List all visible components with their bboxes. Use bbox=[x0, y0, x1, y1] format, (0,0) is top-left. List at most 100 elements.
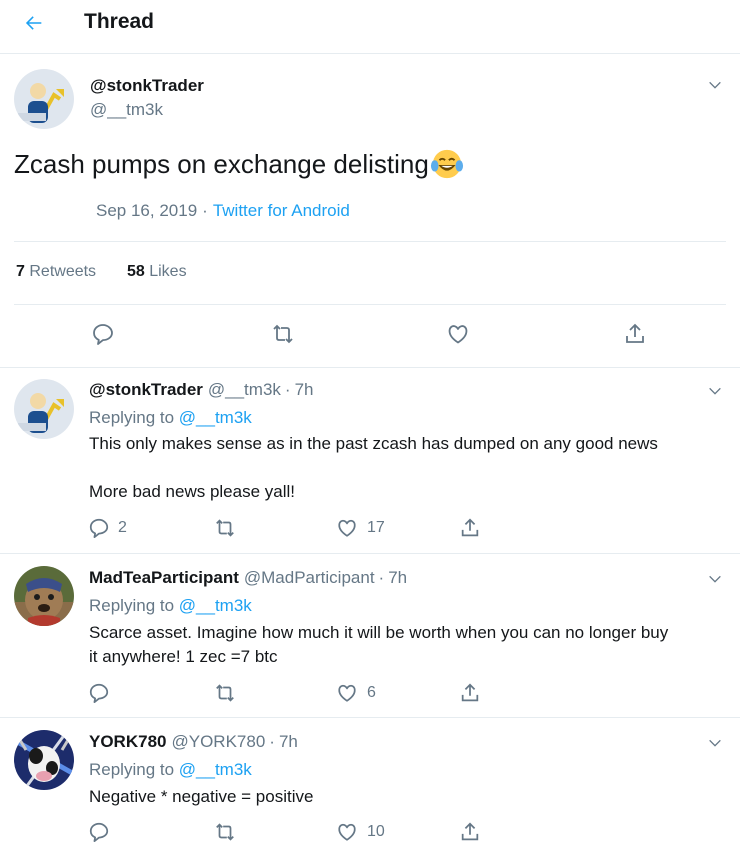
chevron-down-icon bbox=[709, 81, 721, 89]
back-button[interactable] bbox=[14, 8, 54, 38]
chevron-down-icon bbox=[709, 739, 721, 747]
reply-button[interactable]: 2 bbox=[88, 514, 127, 542]
mention-link[interactable]: @__tm3k bbox=[179, 408, 252, 427]
reply-text-line: it anywhere! 1 zec =7 btc bbox=[89, 647, 278, 666]
tweet-meta: Sep 16, 2019 · Twitter for Android bbox=[96, 201, 350, 221]
replying-to: Replying to @__tm3k bbox=[89, 760, 252, 780]
divider bbox=[14, 304, 726, 305]
replying-to: Replying to @__tm3k bbox=[89, 596, 252, 616]
likes-stat[interactable]: 58 Likes bbox=[127, 263, 187, 280]
avatar[interactable] bbox=[14, 69, 74, 129]
like-count: 17 bbox=[367, 519, 385, 536]
replying-label: Replying to bbox=[89, 408, 175, 427]
share-icon bbox=[461, 822, 479, 841]
like-button[interactable]: 17 bbox=[335, 514, 385, 542]
tears-of-joy-emoji bbox=[430, 149, 463, 179]
likes-count: 58 bbox=[126, 263, 145, 280]
retweet-button[interactable] bbox=[265, 317, 301, 351]
like-count: 6 bbox=[367, 684, 376, 701]
reply-text: Scarce asset. Imagine how much it will b… bbox=[89, 621, 729, 669]
reply-text: This only makes sense as in the past zca… bbox=[89, 432, 729, 504]
like-button[interactable]: 10 bbox=[335, 818, 385, 846]
mention-link[interactable]: @__tm3k bbox=[179, 596, 252, 615]
share-button[interactable] bbox=[617, 317, 653, 351]
replying-label: Replying to bbox=[89, 760, 175, 779]
reply-icon bbox=[89, 518, 109, 539]
mention-link[interactable]: @__tm3k bbox=[179, 760, 252, 779]
tweet-text: Zcash pumps on exchange delisting bbox=[14, 147, 464, 181]
replying-to: Replying to @__tm3k bbox=[89, 408, 252, 428]
retweets-count: 7 bbox=[16, 263, 25, 280]
retweets-stat[interactable]: 7 Retweets bbox=[16, 263, 96, 280]
reply-text-line: Negative * negative = positive bbox=[89, 787, 314, 806]
tweet-menu-button[interactable] bbox=[704, 568, 726, 590]
author-name[interactable]: YORK780 bbox=[89, 732, 166, 751]
like-heart-icon bbox=[338, 519, 356, 537]
reply-icon bbox=[93, 324, 113, 345]
share-button[interactable] bbox=[459, 514, 481, 542]
reply-tweet[interactable]: MadTeaParticipant @MadParticipant · 7h Repl… bbox=[0, 555, 740, 718]
like-count: 10 bbox=[367, 823, 385, 840]
reply-text-line: Scarce asset. Imagine how much it will b… bbox=[89, 623, 669, 642]
reply-button[interactable] bbox=[88, 818, 118, 846]
author-name[interactable]: MadTeaParticipant bbox=[89, 568, 239, 587]
tweet-actions bbox=[0, 317, 740, 351]
reply-header: MadTeaParticipant @MadParticipant · 7h bbox=[89, 568, 407, 588]
chevron-down-icon bbox=[709, 575, 721, 583]
reply-text-line: More bad news please yall! bbox=[89, 482, 296, 501]
author-handle[interactable]: @__tm3k bbox=[90, 100, 163, 120]
avatar[interactable] bbox=[14, 730, 74, 790]
tweet-stats: 7 Retweets 58 Likes bbox=[16, 263, 187, 281]
reply-header: @stonkTrader @__tm3k · 7h bbox=[89, 380, 314, 400]
retweet-icon bbox=[216, 823, 234, 841]
reply-text-line: This only makes sense as in the past zca… bbox=[89, 434, 658, 453]
author-handle[interactable]: @__tm3k bbox=[208, 380, 281, 399]
share-icon bbox=[461, 518, 479, 537]
author-name[interactable]: @stonkTrader bbox=[90, 76, 204, 96]
replying-label: Replying to bbox=[89, 596, 175, 615]
retweet-button[interactable] bbox=[213, 679, 237, 707]
reply-tweet[interactable]: YORK780 @YORK780 · 7h Replying to @__tm3k N… bbox=[0, 719, 740, 851]
like-button[interactable] bbox=[440, 317, 476, 351]
retweet-button[interactable] bbox=[213, 514, 237, 542]
retweet-icon bbox=[216, 519, 234, 537]
page-title: Thread bbox=[84, 10, 155, 33]
meta-separator: · bbox=[269, 732, 275, 751]
tweet-source-link[interactable]: Twitter for Android bbox=[213, 201, 350, 220]
tweet-menu-button[interactable] bbox=[704, 74, 726, 96]
reply-button[interactable] bbox=[85, 317, 121, 351]
tweet-menu-button[interactable] bbox=[704, 380, 726, 402]
meta-separator: · bbox=[284, 380, 291, 399]
back-arrow-icon bbox=[25, 16, 42, 30]
tweet-menu-button[interactable] bbox=[704, 732, 726, 754]
like-heart-icon bbox=[448, 325, 468, 344]
share-button[interactable] bbox=[459, 679, 481, 707]
avatar[interactable] bbox=[14, 566, 74, 626]
like-button[interactable]: 6 bbox=[335, 679, 376, 707]
reply-icon bbox=[89, 822, 109, 843]
reply-icon bbox=[89, 683, 109, 704]
divider bbox=[14, 241, 726, 242]
main-tweet: @stonkTrader @__tm3k Zcash pumps on exch… bbox=[0, 55, 740, 368]
meta-separator: · bbox=[202, 201, 208, 220]
like-heart-icon bbox=[338, 684, 356, 702]
reply-tweet[interactable]: @stonkTrader @__tm3k · 7h Replying to @__tm… bbox=[0, 368, 740, 554]
reply-header: YORK780 @YORK780 · 7h bbox=[89, 732, 298, 752]
tweet-time[interactable]: 7h bbox=[388, 568, 407, 587]
author-handle[interactable]: @YORK780 bbox=[171, 732, 265, 751]
retweet-icon bbox=[216, 684, 234, 702]
retweet-button[interactable] bbox=[213, 818, 237, 846]
reply-count: 2 bbox=[118, 519, 127, 536]
share-icon bbox=[461, 683, 479, 702]
retweets-label: Retweets bbox=[29, 263, 97, 280]
meta-separator: · bbox=[378, 568, 385, 587]
avatar[interactable] bbox=[14, 379, 74, 439]
author-handle[interactable]: @MadParticipant bbox=[244, 568, 375, 587]
tweet-date[interactable]: Sep 16, 2019 bbox=[96, 201, 197, 220]
reply-text: Negative * negative = positive bbox=[89, 785, 729, 809]
reply-button[interactable] bbox=[88, 679, 118, 707]
share-button[interactable] bbox=[459, 818, 481, 846]
tweet-time[interactable]: 7h bbox=[295, 380, 314, 399]
tweet-time[interactable]: 7h bbox=[279, 732, 298, 751]
author-name[interactable]: @stonkTrader bbox=[89, 380, 203, 399]
